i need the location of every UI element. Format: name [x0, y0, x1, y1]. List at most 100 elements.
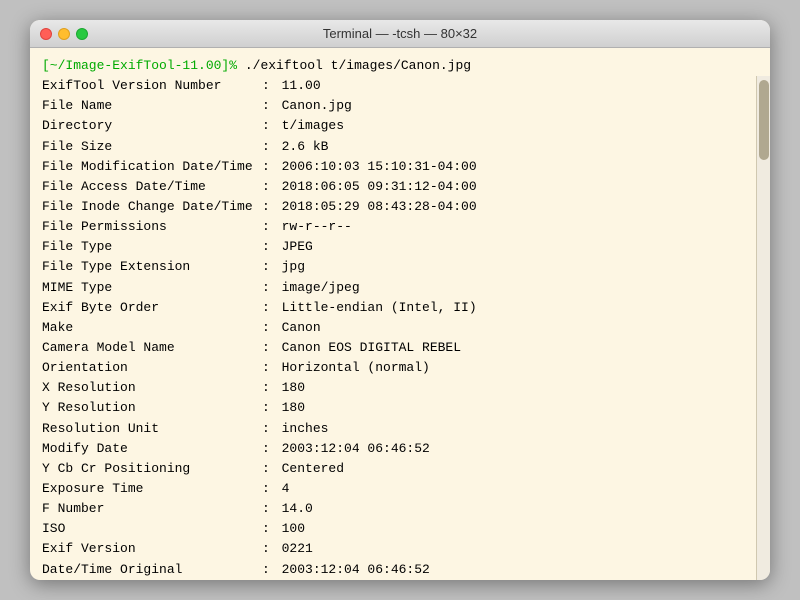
minimize-button[interactable] — [58, 28, 70, 40]
row-colon: : — [262, 157, 278, 177]
row-value: 2003:12:04 06:46:52 — [282, 439, 430, 459]
window-title: Terminal — -tcsh — 80×32 — [323, 26, 477, 41]
row-key: File Type — [42, 237, 262, 257]
command-line: [~/Image-ExifTool-11.00]% ./exiftool t/i… — [42, 56, 750, 76]
table-row: File Inode Change Date/Time: 2018:05:29 … — [42, 197, 750, 217]
row-value: 14.0 — [282, 499, 313, 519]
row-value: rw-r--r-- — [282, 217, 352, 237]
row-colon: : — [262, 278, 278, 298]
row-key: Y Cb Cr Positioning — [42, 459, 262, 479]
row-colon: : — [262, 177, 278, 197]
row-key: X Resolution — [42, 378, 262, 398]
row-colon: : — [262, 298, 278, 318]
table-row: Exif Byte Order: Little-endian (Intel, I… — [42, 298, 750, 318]
row-value: 2006:10:03 15:10:31-04:00 — [282, 157, 477, 177]
row-value: 100 — [282, 519, 305, 539]
row-value: Canon — [282, 318, 321, 338]
table-row: File Type Extension: jpg — [42, 257, 750, 277]
row-key: Directory — [42, 116, 262, 136]
row-value: 2.6 kB — [282, 137, 329, 157]
row-value: 2018:06:05 09:31:12-04:00 — [282, 177, 477, 197]
table-row: File Access Date/Time: 2018:06:05 09:31:… — [42, 177, 750, 197]
command: ./exiftool t/images/Canon.jpg — [237, 56, 471, 76]
table-row: Exposure Time: 4 — [42, 479, 750, 499]
row-colon: : — [262, 96, 278, 116]
row-colon: : — [262, 519, 278, 539]
titlebar: Terminal — -tcsh — 80×32 — [30, 20, 770, 48]
row-colon: : — [262, 499, 278, 519]
row-colon: : — [262, 116, 278, 136]
row-key: Resolution Unit — [42, 419, 262, 439]
row-key: File Access Date/Time — [42, 177, 262, 197]
table-row: Make: Canon — [42, 318, 750, 338]
row-colon: : — [262, 217, 278, 237]
row-key: Exif Version — [42, 539, 262, 559]
row-value: JPEG — [282, 237, 313, 257]
table-row: File Name: Canon.jpg — [42, 96, 750, 116]
traffic-lights — [40, 28, 88, 40]
table-row: File Type: JPEG — [42, 237, 750, 257]
table-row: MIME Type: image/jpeg — [42, 278, 750, 298]
terminal-body[interactable]: [~/Image-ExifTool-11.00]% ./exiftool t/i… — [30, 48, 770, 580]
row-colon: : — [262, 398, 278, 418]
table-row: Resolution Unit: inches — [42, 419, 750, 439]
maximize-button[interactable] — [76, 28, 88, 40]
row-key: Modify Date — [42, 439, 262, 459]
row-value: Canon.jpg — [282, 96, 352, 116]
row-key: File Permissions — [42, 217, 262, 237]
row-colon: : — [262, 459, 278, 479]
table-row: File Permissions: rw-r--r-- — [42, 217, 750, 237]
table-row: Exif Version: 0221 — [42, 539, 750, 559]
row-key: MIME Type — [42, 278, 262, 298]
row-key: File Inode Change Date/Time — [42, 197, 262, 217]
row-value: 2003:12:04 06:46:52 — [282, 560, 430, 580]
row-colon: : — [262, 318, 278, 338]
row-value: Centered — [282, 459, 344, 479]
row-colon: : — [262, 378, 278, 398]
table-row: Date/Time Original: 2003:12:04 06:46:52 — [42, 560, 750, 580]
row-value: image/jpeg — [282, 278, 360, 298]
table-row: Y Cb Cr Positioning: Centered — [42, 459, 750, 479]
row-colon: : — [262, 257, 278, 277]
table-row: File Size: 2.6 kB — [42, 137, 750, 157]
row-colon: : — [262, 539, 278, 559]
table-row: ExifTool Version Number: 11.00 — [42, 76, 750, 96]
row-colon: : — [262, 358, 278, 378]
row-colon: : — [262, 137, 278, 157]
row-key: File Modification Date/Time — [42, 157, 262, 177]
row-key: F Number — [42, 499, 262, 519]
row-colon: : — [262, 237, 278, 257]
row-colon: : — [262, 419, 278, 439]
row-value: jpg — [282, 257, 305, 277]
table-row: ISO: 100 — [42, 519, 750, 539]
scrollbar-thumb[interactable] — [759, 80, 769, 160]
row-key: Camera Model Name — [42, 338, 262, 358]
row-key: Exif Byte Order — [42, 298, 262, 318]
row-value: 11.00 — [282, 76, 321, 96]
row-key: Y Resolution — [42, 398, 262, 418]
table-row: X Resolution: 180 — [42, 378, 750, 398]
row-value: 180 — [282, 398, 305, 418]
row-value: 0221 — [282, 539, 313, 559]
row-key: Exposure Time — [42, 479, 262, 499]
row-value: 2018:05:29 08:43:28-04:00 — [282, 197, 477, 217]
row-key: File Size — [42, 137, 262, 157]
table-row: F Number: 14.0 — [42, 499, 750, 519]
row-value: Little-endian (Intel, II) — [282, 298, 477, 318]
row-value: inches — [282, 419, 329, 439]
row-value: Canon EOS DIGITAL REBEL — [282, 338, 461, 358]
row-colon: : — [262, 338, 278, 358]
row-colon: : — [262, 439, 278, 459]
terminal-window: Terminal — -tcsh — 80×32 [~/Image-ExifTo… — [30, 20, 770, 580]
row-colon: : — [262, 197, 278, 217]
row-key: Date/Time Original — [42, 560, 262, 580]
row-colon: : — [262, 560, 278, 580]
row-key: Orientation — [42, 358, 262, 378]
row-value: Horizontal (normal) — [282, 358, 430, 378]
scrollbar[interactable] — [756, 76, 770, 580]
close-button[interactable] — [40, 28, 52, 40]
prompt: [~/Image-ExifTool-11.00]% — [42, 56, 237, 76]
table-row: Y Resolution: 180 — [42, 398, 750, 418]
row-key: File Type Extension — [42, 257, 262, 277]
row-colon: : — [262, 479, 278, 499]
